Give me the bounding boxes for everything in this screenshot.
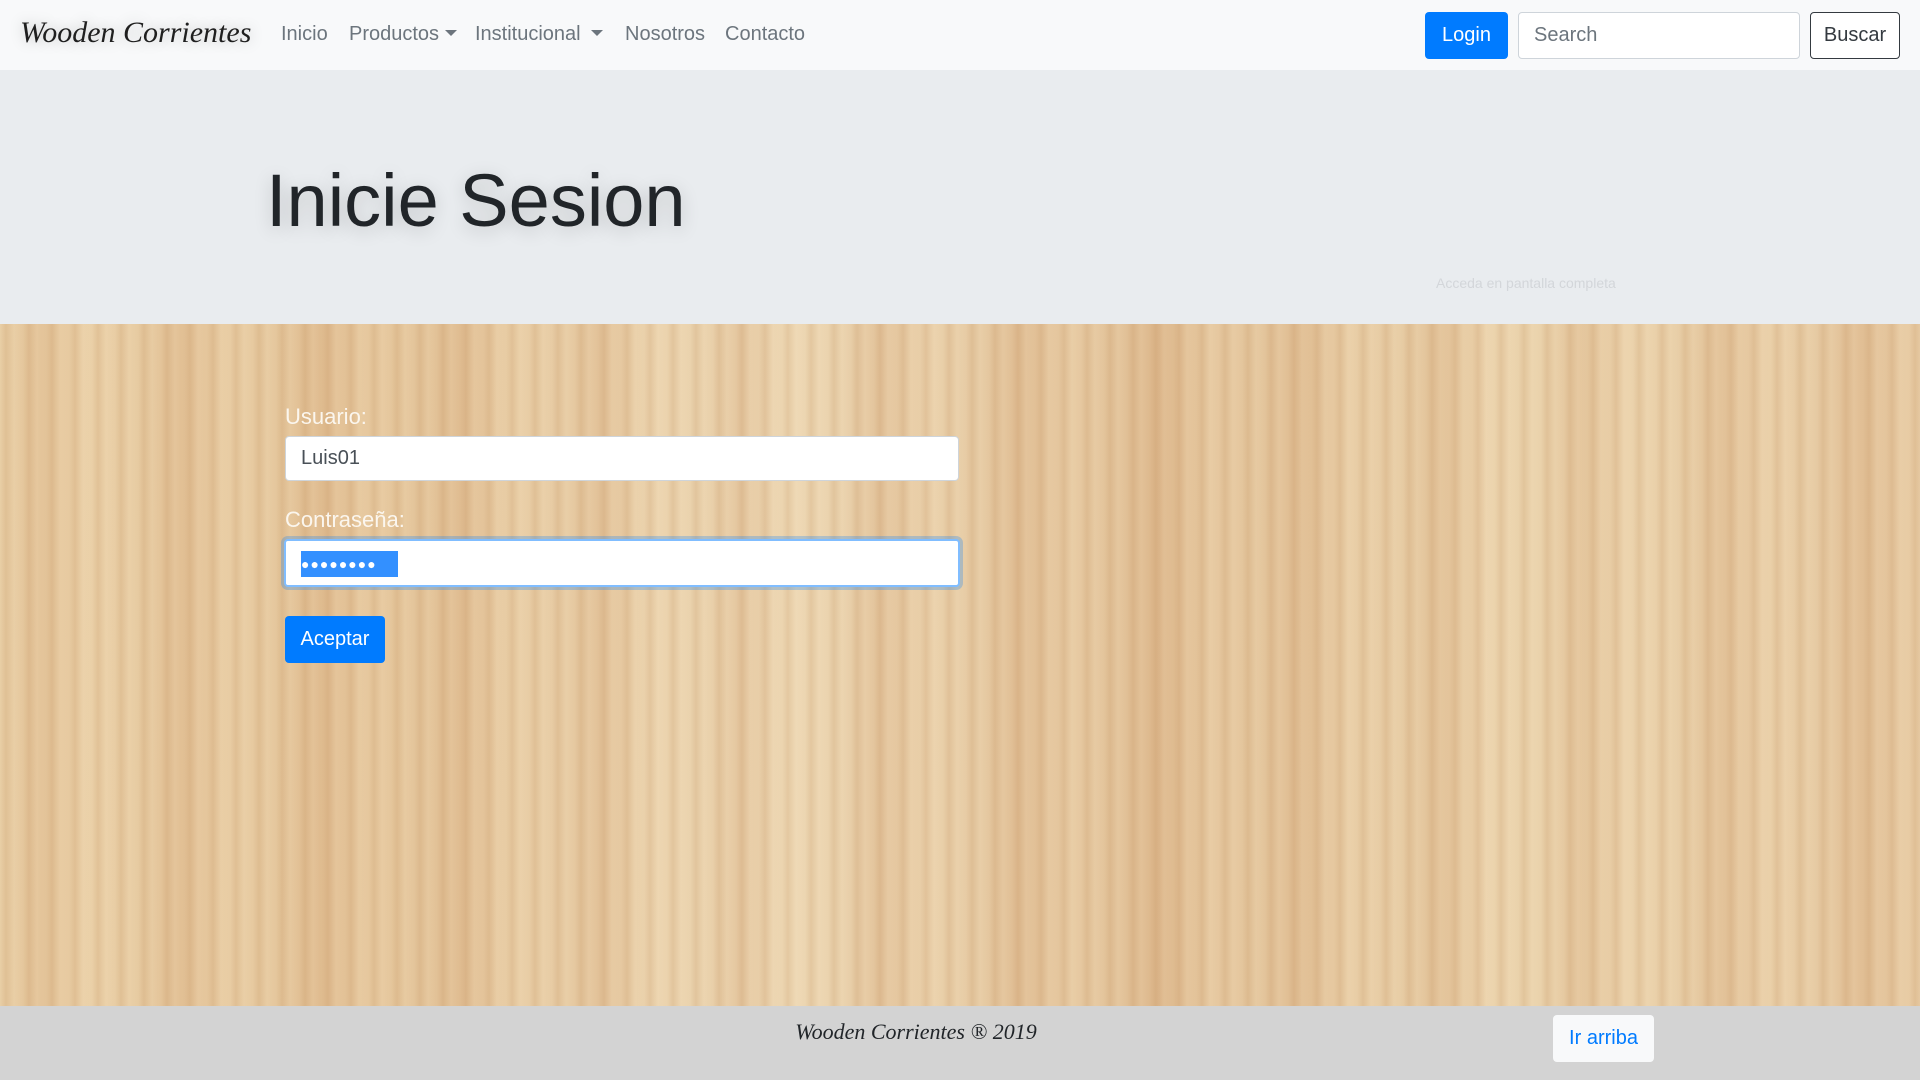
navbar: Wooden Corrientes Inicio Productos Insti…	[0, 0, 1920, 70]
user-label: Usuario:	[285, 404, 367, 429]
brand-logo[interactable]: Wooden Corrientes	[20, 16, 251, 50]
caret-down-icon	[445, 30, 458, 36]
password-masked-value: ●●●●●●●●	[301, 551, 398, 577]
nav-dropdown-institucional[interactable]: Institucional	[475, 23, 603, 46]
fullscreen-hint: Acceda en pantalla completa	[1436, 275, 1616, 291]
nav-link-label: Institucional	[475, 23, 581, 45]
username-field[interactable]	[285, 436, 959, 481]
nav-link-label: Productos	[349, 23, 440, 45]
nav-link-label: Nosotros	[625, 23, 706, 45]
nav-link-inicio[interactable]: Inicio	[281, 23, 328, 46]
page-title: Inicie Sesion	[266, 159, 686, 242]
nav-link-label: Inicio	[281, 23, 328, 45]
search-button[interactable]: Buscar	[1810, 12, 1900, 59]
nav-dropdown-productos[interactable]: Productos	[349, 23, 458, 46]
caret-down-icon	[590, 30, 603, 36]
submit-button[interactable]: Aceptar	[285, 616, 385, 663]
nav-link-contacto[interactable]: Contacto	[725, 23, 805, 46]
nav-link-nosotros[interactable]: Nosotros	[625, 23, 705, 46]
page-header: Inicie Sesion Acceda en pantalla complet…	[0, 70, 1920, 324]
scroll-top-button[interactable]: Ir arriba	[1553, 1015, 1654, 1062]
login-button[interactable]: Login	[1425, 12, 1508, 59]
search-input[interactable]	[1518, 12, 1800, 59]
password-label: Contraseña:	[285, 507, 405, 532]
nav-link-label: Contacto	[725, 23, 806, 45]
